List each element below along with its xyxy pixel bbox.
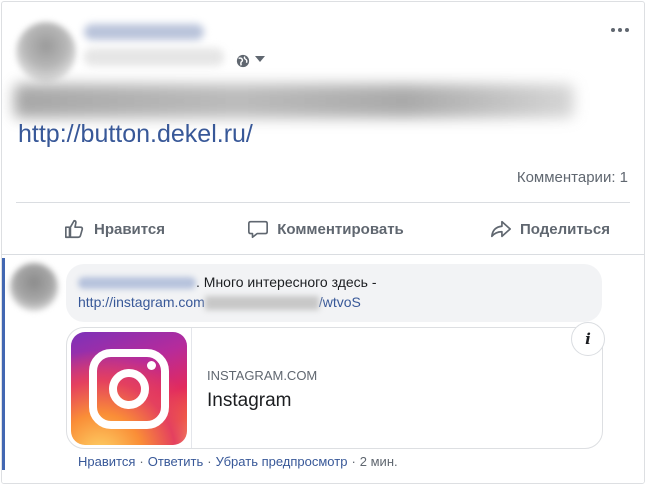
comment-like-link[interactable]: Нравится	[78, 454, 135, 469]
comment-link[interactable]: http://instagram.com	[78, 294, 205, 310]
comment-link-end[interactable]: /wtvoS	[319, 294, 361, 310]
preview-domain: INSTAGRAM.COM	[207, 368, 318, 383]
comment-focus-bar	[2, 258, 5, 470]
link-preview-card[interactable]: INSTAGRAM.COM Instagram	[66, 327, 603, 449]
post-timestamp-blurred	[84, 48, 224, 66]
info-icon[interactable]: i	[571, 322, 605, 356]
commenter-avatar[interactable]	[10, 263, 58, 311]
comment-link-blurred	[204, 296, 319, 311]
remove-preview-link[interactable]: Убрать предпросмотр	[216, 454, 348, 469]
comment-reply-link[interactable]: Ответить	[148, 454, 204, 469]
comments-section: . Много интересного здесь - http://insta…	[2, 255, 644, 483]
author-avatar[interactable]	[16, 22, 76, 82]
like-button[interactable]: Нравится	[16, 207, 201, 251]
more-options-icon[interactable]	[606, 22, 634, 38]
commenter-name-blurred[interactable]	[78, 277, 196, 290]
preview-divider	[191, 328, 192, 448]
post-actions-bar: Нравится Комментировать Поделиться	[16, 207, 630, 251]
post-link[interactable]: http://button.dekel.ru/	[18, 120, 253, 149]
like-icon	[65, 219, 84, 239]
instagram-logo-icon	[71, 332, 187, 445]
share-button[interactable]: Поделиться	[450, 207, 630, 251]
comment-text: . Много интересного здесь -	[196, 274, 377, 290]
author-name-blurred[interactable]	[84, 24, 204, 40]
preview-title[interactable]: Instagram	[207, 390, 291, 412]
globe-icon[interactable]	[236, 54, 250, 68]
post-card: http://button.dekel.ru/ Комментарии: 1 Н…	[1, 1, 645, 484]
privacy-caret-icon[interactable]	[255, 56, 265, 62]
comment-bubble: . Много интересного здесь - http://insta…	[66, 264, 602, 322]
post-text-blurred	[14, 84, 574, 118]
share-icon	[490, 220, 511, 238]
comment-time[interactable]: 2 мин.	[360, 454, 398, 469]
comment-actions: Нравится · Ответить · Убрать предпросмот…	[78, 454, 398, 469]
comment-label: Комментировать	[277, 220, 404, 238]
comment-button[interactable]: Комментировать	[227, 207, 424, 251]
divider	[16, 202, 630, 203]
share-label: Поделиться	[519, 220, 610, 238]
comment-icon	[248, 220, 269, 239]
comments-count[interactable]: Комментарии: 1	[517, 169, 628, 186]
like-label: Нравится	[94, 220, 166, 238]
